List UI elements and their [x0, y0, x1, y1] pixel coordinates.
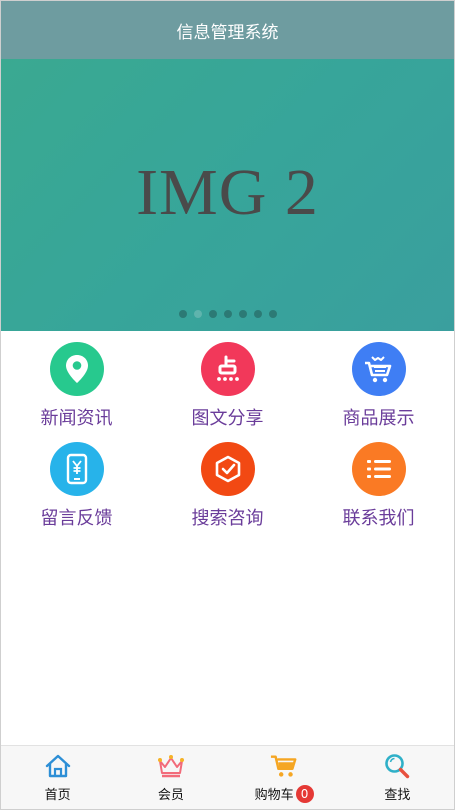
tile-label: 搜索咨询 — [191, 508, 264, 529]
tab-label-text: 购物车 — [254, 788, 294, 803]
list-icon — [351, 442, 406, 496]
crown-icon — [157, 752, 185, 780]
carousel-dot[interactable] — [238, 310, 247, 318]
location-pin-icon — [49, 342, 104, 396]
tab-cart[interactable]: 购物车 0 — [228, 746, 341, 809]
bottom-tab-bar: 首页 会员 购物车 0 查找 — [1, 745, 454, 809]
tile-label: 商品展示 — [342, 408, 415, 429]
carousel-dot[interactable] — [268, 310, 277, 318]
cart-count-badge: 0 — [295, 784, 314, 803]
tile-label: 图文分享 — [191, 408, 264, 429]
carousel-dot[interactable] — [178, 310, 187, 318]
tile-news[interactable]: 新闻资讯 — [1, 342, 152, 430]
tile-contact[interactable]: 联系我们 — [303, 442, 454, 530]
carousel-slide-text: IMG 2 — [136, 156, 319, 229]
cart-icon — [270, 752, 298, 780]
tile-label: 联系我们 — [342, 508, 415, 529]
tile-label: 留言反馈 — [40, 508, 113, 529]
tile-label: 新闻资讯 — [40, 408, 113, 429]
tab-label: 查找 — [384, 788, 411, 803]
tile-share[interactable]: 图文分享 — [152, 342, 303, 430]
tab-search[interactable]: 查找 — [341, 746, 454, 809]
carousel-indicators — [1, 310, 454, 318]
app-frame: 信息管理系统 IMG 2 新闻资讯 图文分享 商品展示 留言反馈 搜索咨询 联系… — [0, 0, 455, 810]
tab-label: 购物车 0 — [255, 784, 314, 803]
tab-label: 会员 — [157, 788, 184, 803]
tile-feedback[interactable]: 留言反馈 — [1, 442, 152, 530]
shopping-cart-icon — [351, 342, 406, 396]
tab-label: 首页 — [44, 788, 71, 803]
tab-member[interactable]: 会员 — [114, 746, 227, 809]
carousel-dot[interactable] — [223, 310, 232, 318]
search-icon — [383, 752, 411, 780]
tile-search[interactable]: 搜索咨询 — [152, 442, 303, 530]
feature-grid: 新闻资讯 图文分享 商品展示 留言反馈 搜索咨询 联系我们 — [1, 342, 454, 530]
header-title: 信息管理系统 — [176, 22, 279, 43]
image-carousel[interactable]: IMG 2 — [1, 59, 454, 331]
dianping-icon — [200, 342, 255, 396]
carousel-dot[interactable] — [208, 310, 217, 318]
check-shield-icon — [200, 442, 255, 496]
app-header: 信息管理系统 — [1, 1, 454, 59]
home-icon — [44, 752, 72, 780]
phone-yen-icon — [49, 442, 104, 496]
tile-products[interactable]: 商品展示 — [303, 342, 454, 430]
carousel-dot[interactable] — [253, 310, 262, 318]
tab-home[interactable]: 首页 — [1, 746, 114, 809]
carousel-dot-active[interactable] — [193, 310, 202, 318]
